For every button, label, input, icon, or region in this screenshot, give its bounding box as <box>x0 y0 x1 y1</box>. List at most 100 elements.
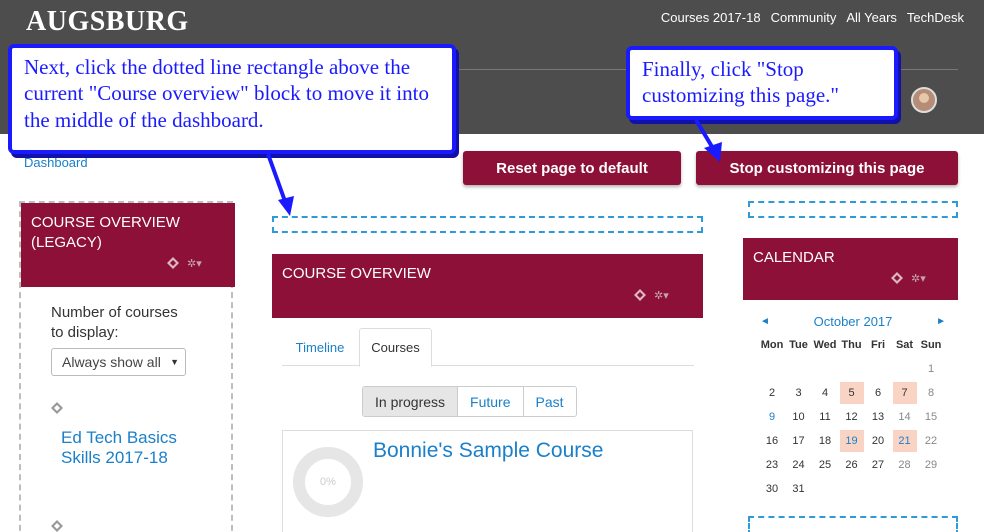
calendar-weekday: Sun <box>920 339 942 351</box>
calendar-day[interactable]: 3 <box>787 382 811 404</box>
calendar-empty-cell <box>760 358 784 380</box>
legacy-block-title-line1: COURSE OVERVIEW <box>31 214 180 231</box>
right-drop-target[interactable] <box>748 201 958 218</box>
move-icon[interactable] <box>891 272 903 284</box>
calendar-weekday: Sat <box>895 339 914 351</box>
calendar-day[interactable]: 21 <box>892 430 917 452</box>
calendar-weekday: Wed <box>813 339 837 351</box>
calendar-empty-cell <box>866 358 890 380</box>
next-month-icon[interactable]: ► <box>936 316 946 327</box>
calendar-empty-cell <box>893 358 917 380</box>
calendar-day[interactable]: 8 <box>919 382 943 404</box>
calendar-empty-cell <box>919 478 943 500</box>
arrow-to-stop-button-icon <box>694 118 722 162</box>
course-link-ed-tech[interactable]: Ed Tech Basics Skills 2017-18 <box>61 428 211 469</box>
move-icon[interactable] <box>167 257 179 269</box>
tab-timeline[interactable]: Timeline <box>282 328 358 366</box>
calendar-day[interactable]: 29 <box>919 454 943 476</box>
legacy-block-title-line2: (LEGACY) <box>31 234 102 252</box>
calendar-day[interactable]: 27 <box>866 454 890 476</box>
calendar-day[interactable]: 17 <box>787 430 811 452</box>
calendar-week-row: 1 <box>760 358 948 382</box>
calendar-day[interactable]: 1 <box>919 358 943 380</box>
calendar-empty-cell <box>787 358 811 380</box>
filter-in-progress[interactable]: In progress <box>363 387 459 416</box>
calendar-day[interactable]: 31 <box>787 478 811 500</box>
calendar-week-row: 30 31 <box>760 478 948 502</box>
calendar-day[interactable]: 30 <box>760 478 784 500</box>
calendar-day[interactable]: 15 <box>919 406 943 428</box>
course-card-title[interactable]: Bonnie's Sample Course <box>373 439 603 463</box>
gear-icon[interactable]: ✲▾ <box>911 272 926 285</box>
breadcrumb-dashboard[interactable]: Dashboard <box>24 155 88 170</box>
calendar-day[interactable]: 28 <box>893 454 917 476</box>
calendar-weekday: Mon <box>760 339 784 351</box>
move-icon[interactable] <box>51 402 63 414</box>
calendar-weekday: Thu <box>841 339 862 351</box>
calendar-empty-cell <box>813 478 837 500</box>
courses-count-select[interactable]: Always show all ▼ <box>51 348 186 376</box>
calendar-day[interactable]: 9 <box>760 406 784 428</box>
calendar-day[interactable]: 18 <box>813 430 837 452</box>
select-value: Always show all <box>62 354 161 370</box>
filter-future[interactable]: Future <box>458 387 524 416</box>
progress-label: 0% <box>320 476 336 488</box>
tab-courses[interactable]: Courses <box>359 328 432 367</box>
calendar-day[interactable]: 2 <box>760 382 784 404</box>
nav-community[interactable]: Community <box>771 10 837 25</box>
calendar-header: CALENDAR <box>743 238 958 300</box>
course-overview-header: COURSE OVERVIEW <box>272 254 703 318</box>
calendar-navigation: ◄ October 2017 ► <box>760 314 950 332</box>
calendar-title: CALENDAR <box>753 249 835 266</box>
gear-icon[interactable]: ✲▾ <box>654 289 669 302</box>
augsburg-logo[interactable]: AUGSBURG <box>26 6 189 38</box>
top-navigation: Courses 2017-18 Community All Years Tech… <box>661 10 964 25</box>
calendar-day[interactable]: 19 <box>839 430 864 452</box>
calendar-empty-cell <box>813 358 837 380</box>
nav-techdesk[interactable]: TechDesk <box>907 10 964 25</box>
arrow-to-middle-drop-icon <box>266 153 294 216</box>
progress-ring: 0% <box>293 447 363 517</box>
course-filter-group: In progress Future Past <box>362 386 577 417</box>
instruction-callout-right: Finally, click "Stop customizing this pa… <box>626 46 898 120</box>
calendar-weekday: Fri <box>870 339 886 351</box>
calendar-day[interactable]: 22 <box>919 430 943 452</box>
calendar-week-row: 2345678 <box>760 382 948 406</box>
calendar-day[interactable]: 10 <box>787 406 811 428</box>
course-card: 0% Bonnie's Sample Course <box>282 430 693 532</box>
calendar-weekday-row: Mon Tue Wed Thu Fri Sat Sun <box>760 334 948 358</box>
calendar-day[interactable]: 24 <box>787 454 811 476</box>
right-bottom-drop-target[interactable] <box>748 516 958 532</box>
move-icon[interactable] <box>634 289 646 301</box>
user-avatar[interactable] <box>911 87 937 113</box>
gear-icon[interactable]: ✲▾ <box>187 257 202 270</box>
calendar-day[interactable]: 7 <box>892 382 917 404</box>
calendar-day[interactable]: 5 <box>839 382 864 404</box>
calendar-month[interactable]: October 2017 <box>760 314 946 329</box>
calendar-empty-cell <box>866 478 890 500</box>
calendar-day[interactable]: 26 <box>840 454 864 476</box>
legacy-course-overview-header: COURSE OVERVIEW (LEGACY) <box>21 203 235 287</box>
course-overview-title: COURSE OVERVIEW <box>282 265 431 282</box>
calendar-day[interactable]: 11 <box>813 406 837 428</box>
course-link-line1: Ed Tech Basics <box>61 428 177 447</box>
calendar-day[interactable]: 4 <box>813 382 837 404</box>
calendar-day[interactable]: 25 <box>813 454 837 476</box>
middle-drop-target[interactable] <box>272 216 703 233</box>
reset-page-button[interactable]: Reset page to default <box>463 151 681 185</box>
calendar-day[interactable]: 23 <box>760 454 784 476</box>
calendar-day[interactable]: 13 <box>866 406 890 428</box>
nav-all-years[interactable]: All Years <box>846 10 897 25</box>
calendar-day[interactable]: 20 <box>866 430 890 452</box>
calendar-day[interactable]: 6 <box>866 382 890 404</box>
calendar-empty-cell <box>840 358 864 380</box>
filter-past[interactable]: Past <box>523 387 576 416</box>
courses-label-line1: Number of courses <box>51 304 178 321</box>
calendar-empty-cell <box>840 478 864 500</box>
nav-courses-2017-18[interactable]: Courses 2017-18 <box>661 10 761 25</box>
move-icon[interactable] <box>51 520 63 532</box>
stop-customizing-button[interactable]: Stop customizing this page <box>696 151 958 185</box>
calendar-day[interactable]: 16 <box>760 430 784 452</box>
calendar-day[interactable]: 14 <box>893 406 917 428</box>
calendar-day[interactable]: 12 <box>840 406 864 428</box>
